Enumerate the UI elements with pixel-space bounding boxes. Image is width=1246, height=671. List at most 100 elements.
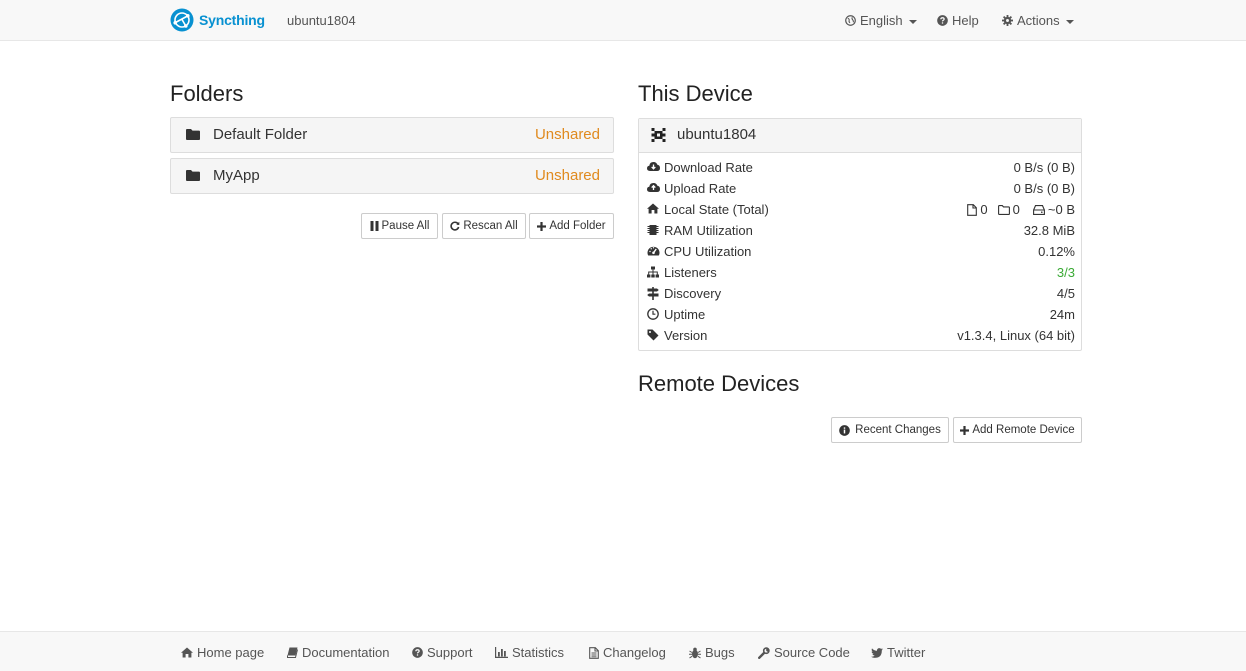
footer-home-label: Home page xyxy=(197,645,265,660)
actions-dropdown[interactable]: Actions xyxy=(1002,0,1074,41)
stat-value-listeners[interactable]: 3/3 xyxy=(1057,265,1075,280)
remote-devices-heading: Remote Devices xyxy=(638,371,800,396)
wrench-icon xyxy=(758,646,770,659)
cloud-download-icon xyxy=(647,162,660,171)
pause-icon xyxy=(370,221,379,231)
gear-icon xyxy=(1002,15,1013,26)
stat-row-upload-rate: Upload Rate 0 B/s (0 B) xyxy=(639,178,1081,199)
this-device-name: ubuntu1804 xyxy=(677,126,757,143)
bar-chart-icon xyxy=(495,647,508,658)
stat-label: Local State (Total) xyxy=(664,202,769,217)
folders-heading: Folders xyxy=(170,81,244,106)
pause-all-button[interactable]: Pause All xyxy=(361,213,438,239)
footer: Home page Documentation Support Statisti… xyxy=(0,631,1246,671)
stat-row-cpu: CPU Utilization 0.12% xyxy=(639,241,1081,262)
rescan-all-button[interactable]: Rescan All xyxy=(442,213,526,239)
twitter-icon xyxy=(871,647,883,658)
footer-documentation-label: Documentation xyxy=(302,645,390,660)
bug-icon xyxy=(689,647,701,658)
stat-label: CPU Utilization xyxy=(664,244,752,259)
rescan-all-label: Rescan All xyxy=(463,220,518,232)
footer-source-code-label: Source Code xyxy=(774,645,850,660)
stat-value-discovery[interactable]: 4/5 xyxy=(1057,286,1075,301)
add-remote-device-button[interactable]: Add Remote Device xyxy=(953,417,1082,443)
local-dirs-count: 0 xyxy=(1012,202,1020,217)
footer-link-source-code[interactable]: Source Code xyxy=(758,645,850,660)
device-identicon-icon xyxy=(651,128,666,142)
home-icon xyxy=(647,203,659,214)
stat-row-uptime: Uptime 24m xyxy=(639,304,1081,325)
chevron-down-icon xyxy=(908,19,917,24)
folder-panel-myapp[interactable]: MyApp Unshared xyxy=(170,158,614,194)
plus-icon xyxy=(537,221,547,231)
stat-row-ram: RAM Utilization 32.8 MiB xyxy=(639,220,1081,241)
help-link[interactable]: Help xyxy=(937,0,979,41)
add-folder-label: Add Folder xyxy=(549,220,606,232)
stat-label: Version xyxy=(664,328,708,343)
question-circle-icon xyxy=(937,15,948,26)
stat-value: v1.3.4, Linux (64 bit) xyxy=(957,328,1075,343)
footer-link-support[interactable]: Support xyxy=(412,645,473,660)
local-size: ~0 B xyxy=(1047,202,1075,217)
folder-status: Unshared xyxy=(534,167,600,184)
pause-all-label: Pause All xyxy=(381,220,430,232)
hdd-icon xyxy=(1032,204,1045,215)
footer-link-documentation[interactable]: Documentation xyxy=(287,645,389,660)
folder-panel-default-folder[interactable]: Default Folder Unshared xyxy=(170,117,614,153)
folder-icon xyxy=(186,170,200,181)
stat-row-listeners: Listeners 3/3 xyxy=(639,262,1081,283)
recent-changes-button[interactable]: Recent Changes xyxy=(831,417,949,443)
this-device-heading: This Device xyxy=(638,81,753,106)
globe-icon xyxy=(845,15,856,26)
folder-open-icon xyxy=(997,204,1010,215)
recent-changes-label: Recent Changes xyxy=(855,424,941,436)
memory-chip-icon xyxy=(647,225,659,235)
add-remote-device-label: Add Remote Device xyxy=(972,424,1075,436)
sitemap-icon xyxy=(647,266,659,278)
language-label: English xyxy=(860,13,903,28)
footer-link-statistics[interactable]: Statistics xyxy=(495,645,564,660)
stat-value: 0.12% xyxy=(1038,244,1075,259)
footer-bugs-label: Bugs xyxy=(705,645,735,660)
stat-value: 24m xyxy=(1049,307,1075,322)
stat-value: 0 B/s (0 B) xyxy=(1013,181,1075,196)
stat-row-version: Version v1.3.4, Linux (64 bit) xyxy=(639,325,1081,346)
footer-statistics-label: Statistics xyxy=(512,645,565,660)
file-icon xyxy=(967,203,978,216)
this-device-header[interactable]: ubuntu1804 xyxy=(639,119,1081,153)
refresh-icon xyxy=(450,221,460,231)
language-dropdown[interactable]: English xyxy=(845,0,917,41)
this-device-panel: ubuntu1804 Download Rate 0 B/s (0 B) Upl… xyxy=(638,118,1082,351)
tag-icon xyxy=(647,329,659,341)
folder-name: MyApp xyxy=(213,167,260,184)
footer-changelog-label: Changelog xyxy=(603,645,666,660)
footer-link-bugs[interactable]: Bugs xyxy=(689,645,735,660)
local-files-count: 0 xyxy=(980,202,988,217)
add-folder-button[interactable]: Add Folder xyxy=(529,213,614,239)
stat-label: Discovery xyxy=(664,286,722,301)
syncthing-brand-link[interactable]: Syncthing xyxy=(170,8,265,32)
local-state-values: 0 0 ~0 B xyxy=(967,202,1075,217)
folder-icon xyxy=(186,129,200,140)
stat-value: 32.8 MiB xyxy=(1023,223,1075,238)
help-label: Help xyxy=(952,13,979,28)
stat-row-download-rate: Download Rate 0 B/s (0 B) xyxy=(639,157,1081,178)
stat-label: Listeners xyxy=(664,265,717,280)
signpost-icon xyxy=(647,287,659,300)
top-navbar: Syncthing ubuntu1804 English Help Action… xyxy=(0,0,1246,41)
info-circle-icon xyxy=(839,424,850,436)
plus-icon xyxy=(960,425,970,435)
stat-label: Upload Rate xyxy=(664,181,737,196)
clock-icon xyxy=(647,308,659,320)
book-icon xyxy=(287,647,298,658)
home-icon xyxy=(181,647,193,658)
actions-label: Actions xyxy=(1017,13,1060,28)
footer-link-home-page[interactable]: Home page xyxy=(181,645,264,660)
stat-label: Download Rate xyxy=(664,160,753,175)
dashboard-icon xyxy=(647,246,660,256)
footer-link-changelog[interactable]: Changelog xyxy=(589,645,666,660)
footer-twitter-label: Twitter xyxy=(887,645,926,660)
folder-name: Default Folder xyxy=(213,126,308,143)
footer-link-twitter[interactable]: Twitter xyxy=(871,645,925,660)
folder-status: Unshared xyxy=(534,126,600,143)
